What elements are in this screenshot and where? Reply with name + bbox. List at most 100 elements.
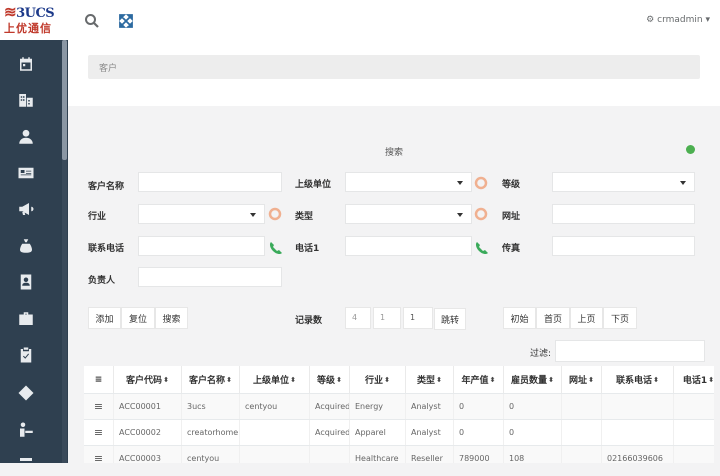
address-book-icon[interactable] <box>14 270 38 294</box>
column-header[interactable]: 行业 ⬍ <box>350 366 406 393</box>
sort-icon[interactable]: ⬍ <box>436 376 442 384</box>
column-header[interactable]: 电话1 ⬍ <box>674 366 714 393</box>
refresh-icon[interactable] <box>474 207 488 221</box>
sort-icon[interactable]: ⬍ <box>163 376 169 384</box>
sidebar-scroll-thumb[interactable] <box>62 40 67 160</box>
column-header-label: 雇员数量 <box>511 376 548 386</box>
prev-page-button[interactable]: 上页 <box>570 307 603 329</box>
table-cell: 3ucs <box>182 394 240 419</box>
phone-label: 联系电话 <box>88 244 125 254</box>
record-count-label: 记录数 <box>295 316 323 326</box>
table-cell <box>602 394 674 419</box>
filter-input[interactable] <box>555 340 705 362</box>
level-select[interactable] <box>552 172 695 192</box>
user-menu[interactable]: ⚙ crmadmin ▾ <box>646 15 710 25</box>
sort-icon[interactable]: ⬍ <box>548 376 554 384</box>
table-cell: 789000 <box>454 446 504 463</box>
clipboard-check-icon[interactable] <box>14 343 38 367</box>
customer-name-input[interactable] <box>138 172 282 192</box>
table-row[interactable]: ≡ ACC00001 3ucs centyou Acquired Energy Analys… <box>84 393 714 419</box>
add-button[interactable]: 添加 <box>88 307 121 329</box>
column-header[interactable]: 客户名称 ⬍ <box>182 366 240 393</box>
table-cell <box>562 446 602 463</box>
phone1-input[interactable] <box>345 236 472 256</box>
table-cell: Reseller <box>406 446 454 463</box>
parent-unit-select[interactable] <box>345 172 472 192</box>
column-header-label: 上级单位 <box>253 376 290 386</box>
refresh-icon[interactable] <box>474 176 488 190</box>
fullscreen-icon[interactable] <box>118 13 134 29</box>
sort-icon[interactable]: ⬍ <box>708 376 714 384</box>
diamond-icon[interactable] <box>14 381 38 405</box>
sort-icon[interactable]: ⬍ <box>336 376 342 384</box>
column-header[interactable]: 客户代码 ⬍ <box>114 366 182 393</box>
column-header[interactable]: 上级单位 ⬍ <box>240 366 310 393</box>
caret-down-icon: ▾ <box>705 15 710 25</box>
phone-icon[interactable] <box>474 240 488 254</box>
next-page-button[interactable]: 下页 <box>603 307 637 329</box>
reset-button[interactable]: 复位 <box>121 307 155 329</box>
breadcrumb-item[interactable]: 客户 <box>99 61 117 74</box>
building-icon[interactable] <box>14 88 38 112</box>
sort-icon[interactable]: ⬍ <box>226 376 232 384</box>
table-cell: 0 <box>504 420 562 445</box>
table-cell <box>240 446 310 463</box>
table-cell: ACC00003 <box>114 446 182 463</box>
table-cell: 0 <box>504 394 562 419</box>
column-header[interactable]: 雇员数量 ⬍ <box>504 366 562 393</box>
sort-icon[interactable]: ⬍ <box>653 376 659 384</box>
money-bag-icon[interactable] <box>14 234 38 258</box>
breadcrumb: 客户 <box>88 55 700 79</box>
search-button[interactable]: 搜索 <box>155 307 188 329</box>
goto-button[interactable]: 跳转 <box>434 308 466 330</box>
sort-icon[interactable]: ⬍ <box>290 376 296 384</box>
contact-card-icon[interactable] <box>14 161 38 185</box>
briefcase-icon[interactable] <box>14 307 38 331</box>
column-header[interactable]: 联系电话 ⬍ <box>602 366 674 393</box>
calendar-icon[interactable] <box>14 52 38 76</box>
refresh-icon[interactable] <box>268 207 282 221</box>
column-header[interactable]: 网址 ⬍ <box>562 366 602 393</box>
menu-item-icon[interactable] <box>14 452 38 476</box>
sort-icon[interactable]: ⬍ <box>490 376 496 384</box>
row-menu-icon[interactable]: ≡ <box>84 446 114 463</box>
type-label: 类型 <box>295 212 314 222</box>
table-cell <box>674 394 714 419</box>
industry-label: 行业 <box>88 212 107 222</box>
phone-icon[interactable] <box>268 240 282 254</box>
fax-input[interactable] <box>552 236 695 256</box>
owner-input[interactable] <box>138 267 282 287</box>
table-cell <box>562 420 602 445</box>
row-menu-icon[interactable]: ≡ <box>84 420 114 445</box>
goto-page-input[interactable]: 1 <box>403 307 433 329</box>
column-header[interactable]: 年产值 ⬍ <box>454 366 504 393</box>
website-input[interactable] <box>552 204 695 224</box>
fax-label: 传真 <box>502 244 521 254</box>
sort-icon[interactable]: ⬍ <box>588 376 594 384</box>
initial-button[interactable]: 初始 <box>503 307 536 329</box>
logo[interactable]: ≋3UCS 上优通信 <box>0 0 68 40</box>
table-cell <box>562 394 602 419</box>
table-cell <box>602 420 674 445</box>
search-icon[interactable] <box>84 13 100 29</box>
expand-icon[interactable] <box>686 145 695 154</box>
sort-icon[interactable]: ⬍ <box>384 376 390 384</box>
table-row[interactable]: ≡ ACC00003 centyou Healthcare Reseller 789000… <box>84 445 714 463</box>
search-panel-title: 搜索 <box>385 148 404 158</box>
user-icon[interactable] <box>14 125 38 149</box>
sidebar: ≋3UCS 上优通信 <box>0 0 68 463</box>
phone-input[interactable] <box>138 236 265 256</box>
column-header-label: 联系电话 <box>616 376 653 386</box>
column-header-label: 年产值 <box>461 376 489 386</box>
megaphone-icon[interactable] <box>14 197 38 221</box>
table-row[interactable]: ≡ ACC00002 creatorhome Acquired Apparel Analy… <box>84 419 714 445</box>
person-desk-icon[interactable] <box>14 418 38 442</box>
industry-select[interactable] <box>138 204 265 224</box>
column-header[interactable]: 类型 ⬍ <box>406 366 454 393</box>
column-header[interactable]: 等级 ⬍ <box>310 366 350 393</box>
table-cell: Acquired <box>310 420 350 445</box>
first-page-button[interactable]: 首页 <box>536 307 570 329</box>
type-select[interactable] <box>345 204 472 224</box>
row-menu-icon[interactable]: ≡ <box>84 394 114 419</box>
table-cell <box>674 446 714 463</box>
